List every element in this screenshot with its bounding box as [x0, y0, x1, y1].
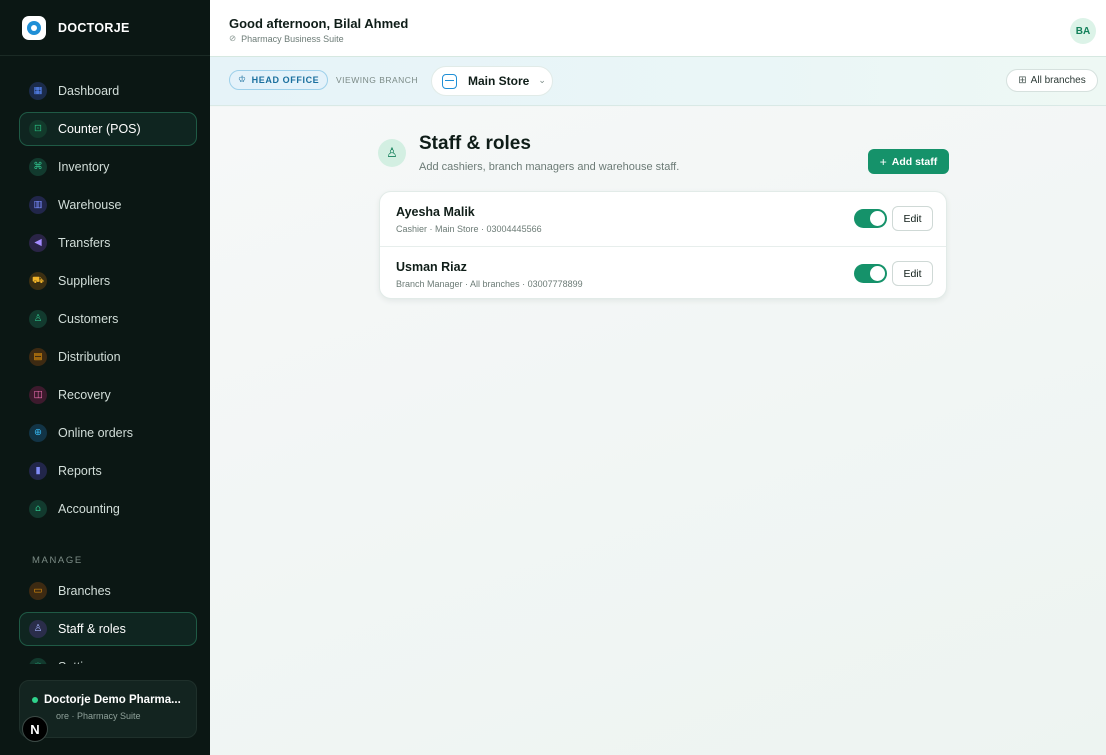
staff-meta: Cashier · Main Store · 03004445566	[396, 224, 542, 234]
sidebar-item-branches[interactable]: ▭ Branches	[19, 574, 197, 608]
sidebar-nav: ▦ Dashboard ⊡ Counter (POS) ⌘ Inventory ▥ Wareh…	[0, 74, 210, 664]
sidebar-item-label: Inventory	[58, 160, 110, 174]
viewing-branch-label: VIEWING BRANCH	[336, 75, 419, 85]
sidebar-item-recovery[interactable]: ◫ Recovery	[19, 378, 197, 412]
sidebar-item-counter-pos[interactable]: ⊡ Counter (POS)	[19, 112, 197, 146]
staff-meta: Branch Manager · All branches · 03007778…	[396, 279, 583, 289]
plus-icon: +	[879, 154, 887, 169]
building-icon: ▥	[29, 196, 47, 214]
sidebar-item-staff-roles[interactable]: ♙ Staff & roles	[19, 612, 197, 646]
grid-icon: ▦	[29, 82, 47, 100]
grid-icon: ⊞	[1018, 75, 1027, 86]
users-icon: ♙	[29, 310, 47, 328]
add-staff-button[interactable]: + Add staff	[868, 149, 949, 174]
store-icon	[442, 73, 457, 89]
brand[interactable]: DOCTORJE	[0, 0, 210, 56]
top-header: Good afternoon, Bilal Ahmed ⊘ Pharmacy B…	[210, 0, 1106, 57]
sidebar-item-customers[interactable]: ♙ Customers	[19, 302, 197, 336]
staff-name: Ayesha Malik	[396, 205, 475, 219]
selected-branch: Main Store	[468, 74, 530, 88]
crown-icon: ♔	[238, 75, 247, 85]
sidebar-item-label: Distribution	[58, 350, 121, 364]
bar-chart-icon: ▮	[29, 462, 47, 480]
sidebar-item-label: Customers	[58, 312, 119, 326]
boxes-icon: ⌘	[29, 158, 47, 176]
wallet-icon: ◫	[29, 386, 47, 404]
brand-name: DOCTORJE	[58, 20, 130, 35]
edit-button[interactable]: Edit	[892, 261, 933, 286]
sidebar-item-accounting[interactable]: ⌂ Accounting	[19, 492, 197, 526]
briefcase-icon: ▤	[29, 348, 47, 366]
branch-bar: ♔ HEAD OFFICE VIEWING BRANCH Main Store …	[210, 57, 1106, 106]
page-subtitle: Add cashiers, branch managers and wareho…	[419, 161, 680, 173]
store-icon: ▭	[29, 582, 47, 600]
greeting: Good afternoon, Bilal Ahmed	[229, 16, 409, 31]
org-name: Doctorje Demo Pharma...	[44, 694, 181, 706]
suite-text: Pharmacy Business Suite	[241, 34, 344, 44]
all-branches-button[interactable]: ⊞ All branches	[1006, 69, 1098, 92]
all-branches-label: All branches	[1030, 75, 1086, 86]
add-staff-label: Add staff	[891, 155, 938, 168]
sidebar-item-label: Branches	[58, 584, 111, 598]
send-icon: ◀	[29, 234, 47, 252]
org-subtitle: ore · Pharmacy Suite	[56, 711, 141, 721]
sidebar-item-inventory[interactable]: ⌘ Inventory	[19, 150, 197, 184]
sidebar-item-label: Settings	[58, 660, 103, 664]
sidebar-item-distribution[interactable]: ▤ Distribution	[19, 340, 197, 374]
staff-icon: ♙	[29, 620, 47, 638]
sidebar-item-label: Suppliers	[58, 274, 111, 288]
globe-icon: ⊕	[29, 424, 47, 442]
sidebar-item-label: Staff & roles	[58, 622, 126, 636]
sidebar-item-transfers[interactable]: ◀ Transfers	[19, 226, 197, 260]
sidebar-item-label: Recovery	[58, 388, 111, 402]
cart-icon: ⊡	[29, 120, 47, 138]
head-office-label: HEAD OFFICE	[251, 75, 320, 85]
brand-logo-icon	[22, 15, 46, 40]
sidebar-item-online-orders[interactable]: ⊕ Online orders	[19, 416, 197, 450]
settings-icon: ✳	[29, 658, 47, 664]
sidebar-item-warehouse[interactable]: ▥ Warehouse	[19, 188, 197, 222]
org-name-row: Doctorje Demo Pharma...	[32, 694, 196, 706]
sidebar-item-label: Online orders	[58, 426, 134, 440]
status-dot-icon	[32, 697, 38, 703]
n-badge-icon[interactable]: N	[22, 716, 48, 742]
sidebar-item-label: Dashboard	[58, 84, 120, 98]
sidebar-item-label: Reports	[58, 464, 102, 478]
sidebar-item-suppliers[interactable]: ⛟ Suppliers	[19, 264, 197, 298]
avatar[interactable]: BA	[1070, 18, 1096, 44]
chevron-down-icon: ⌄	[538, 76, 546, 86]
staff-name: Usman Riaz	[396, 260, 467, 274]
head-office-badge: ♔ HEAD OFFICE	[229, 70, 329, 90]
sidebar-item-label: Accounting	[58, 502, 120, 516]
sidebar: DOCTORJE ▦ Dashboard ⊡ Counter (POS) ⌘ Invent…	[0, 0, 210, 755]
active-toggle[interactable]	[854, 264, 887, 283]
branch-select[interactable]: Main Store ⌄	[431, 66, 553, 96]
staff-row: Ayesha Malik Cashier · Main Store · 0300…	[380, 192, 946, 246]
sidebar-item-settings[interactable]: ✳ Settings	[19, 650, 197, 664]
sidebar-item-label: Transfers	[58, 236, 111, 250]
active-toggle[interactable]	[854, 209, 887, 228]
section-label-manage: MANAGE	[32, 555, 83, 566]
main-content: ♙ Staff & roles Add cashiers, branch man…	[210, 107, 1106, 755]
edit-button[interactable]: Edit	[892, 206, 933, 231]
sidebar-item-reports[interactable]: ▮ Reports	[19, 454, 197, 488]
truck-icon: ⛟	[29, 272, 47, 290]
sidebar-item-dashboard[interactable]: ▦ Dashboard	[19, 74, 197, 108]
staff-list: Ayesha Malik Cashier · Main Store · 0300…	[379, 191, 947, 299]
bank-icon: ⌂	[29, 500, 47, 518]
suite-label: ⊘ Pharmacy Business Suite	[229, 34, 344, 44]
staff-icon: ♙	[378, 139, 406, 167]
staff-row: Usman Riaz Branch Manager · All branches…	[380, 246, 946, 298]
page-title: Staff & roles	[419, 133, 531, 154]
sidebar-item-label: Warehouse	[58, 198, 122, 212]
tag-icon: ⊘	[229, 34, 237, 44]
sidebar-item-label: Counter (POS)	[58, 122, 141, 136]
